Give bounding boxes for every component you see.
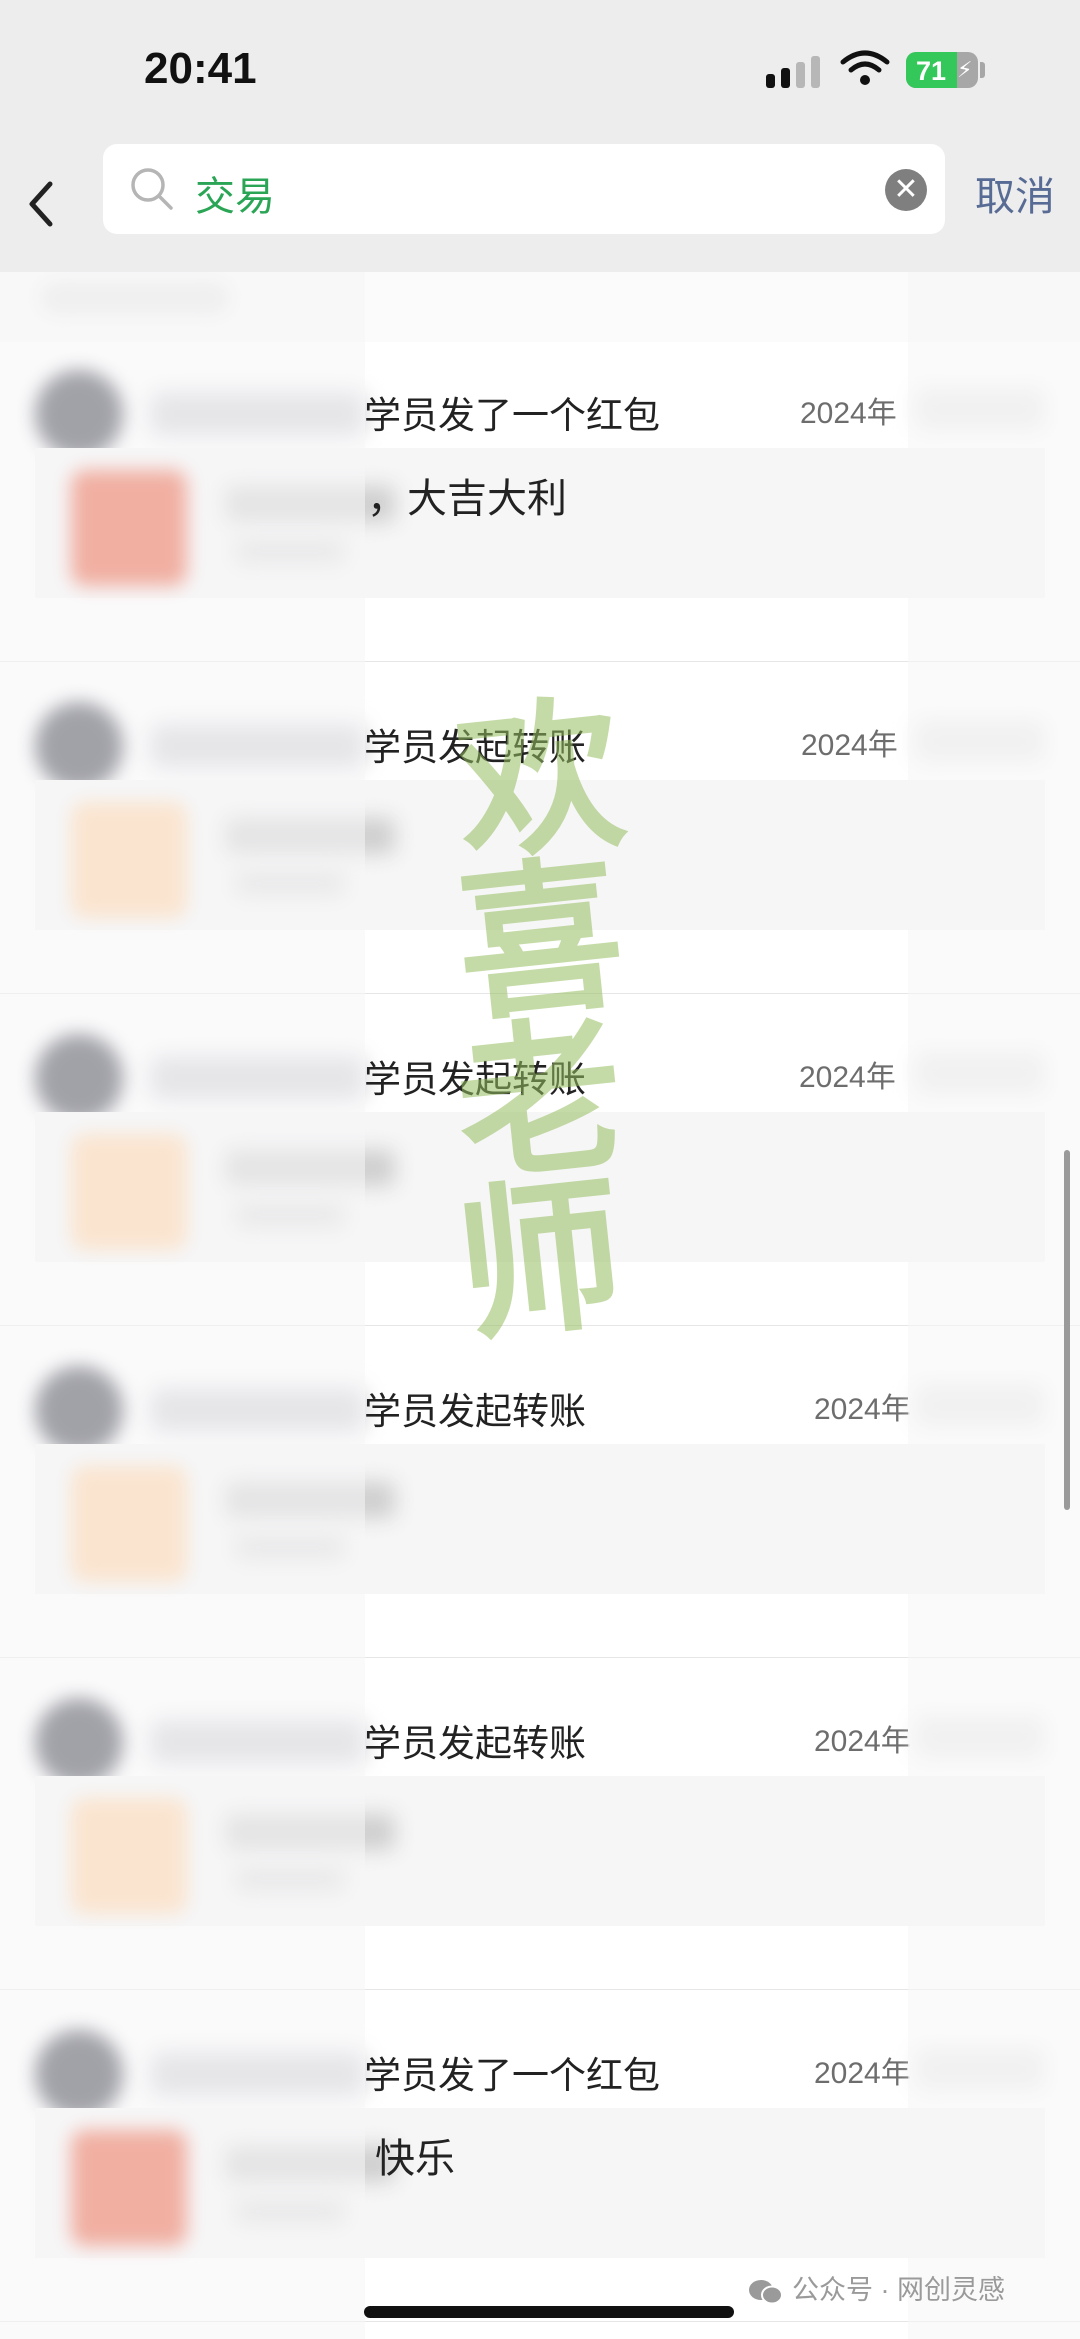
privacy-blur-right — [908, 272, 1080, 2339]
cancel-button[interactable]: 取消 — [975, 164, 1055, 222]
home-indicator[interactable] — [364, 2306, 734, 2318]
scrollbar[interactable] — [1064, 1150, 1070, 1510]
result-title: 学员发起转账 — [364, 1059, 586, 1100]
result-date: 2024年 — [800, 397, 897, 430]
privacy-blur-left — [0, 272, 365, 2339]
status-time: 20:41 — [144, 44, 257, 93]
red-packet-message: 快乐 — [375, 2137, 455, 2181]
search-input[interactable]: 交易 ✕ — [103, 144, 945, 234]
battery-level: 71 — [916, 56, 947, 86]
battery-icon: 71 ⚡ — [906, 52, 978, 88]
result-date: 2024年 — [801, 729, 898, 762]
result-date: 2024年 — [814, 1725, 911, 1758]
status-bar: 20:41 71 ⚡ — [0, 0, 1080, 140]
back-chevron-icon[interactable] — [20, 162, 64, 246]
search-header: 交易 ✕ 取消 — [0, 140, 1080, 272]
result-title: 学员发起转账 — [364, 1391, 586, 1432]
wechat-icon — [749, 2279, 783, 2305]
result-title: 学员发起转账 — [364, 1723, 586, 1764]
source-text: 公众号 · 网创灵感 — [792, 2275, 1005, 2305]
result-date: 2024年 — [814, 1393, 911, 1426]
cellular-signal-icon — [766, 56, 820, 88]
wifi-icon — [840, 50, 890, 85]
source-attribution: 公众号 · 网创灵感 — [748, 2268, 1005, 2307]
clear-icon[interactable]: ✕ — [885, 169, 927, 211]
search-query-text[interactable]: 交易 — [195, 164, 275, 222]
search-icon — [131, 168, 173, 210]
result-title: 学员发起转账 — [364, 727, 586, 768]
result-title: 学员发了一个红包 — [364, 395, 660, 436]
red-packet-message: ，大吉大利 — [367, 477, 567, 521]
result-date: 2024年 — [814, 2057, 911, 2090]
result-title: 学员发了一个红包 — [364, 2055, 660, 2096]
result-date: 2024年 — [799, 1061, 896, 1094]
